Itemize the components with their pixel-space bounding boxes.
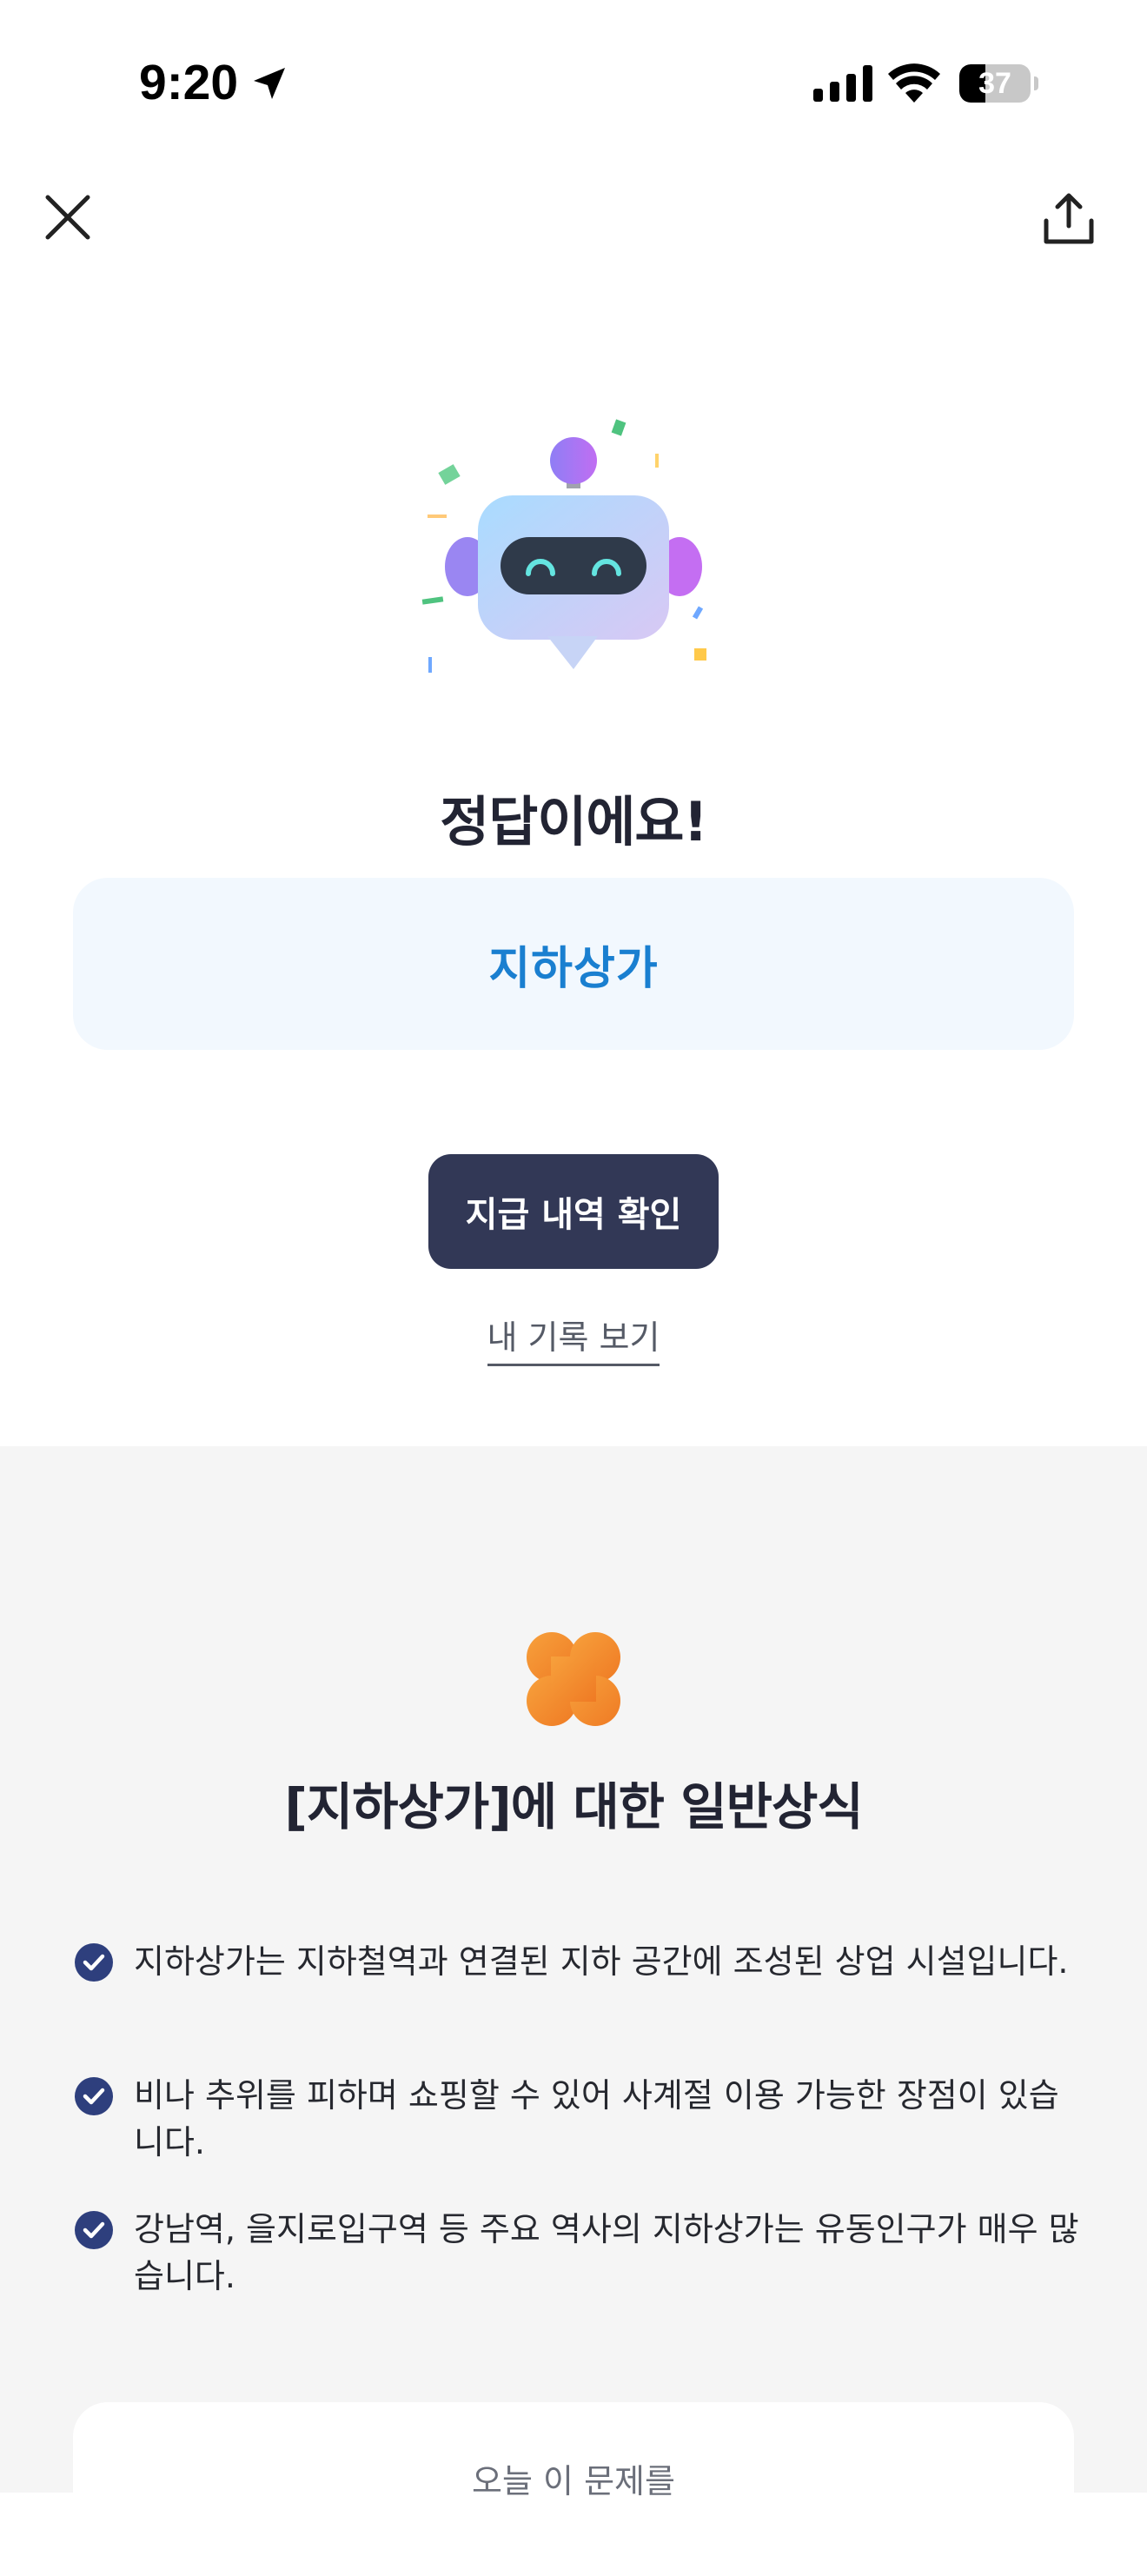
fact-text: 비나 추위를 피하며 쇼핑할 수 있어 사계절 이용 가능한 장점이 있습니다. <box>134 2076 1059 2161</box>
view-my-records-link[interactable]: 내 기록 보기 <box>0 1311 1147 1366</box>
share-icon <box>1044 193 1094 244</box>
close-icon <box>45 195 90 240</box>
check-circle-icon <box>75 1943 113 1982</box>
daily-card-text: 오늘 이 문제를 <box>472 2462 675 2500</box>
share-button[interactable] <box>1034 184 1104 254</box>
knowledge-title: [지하상가]에 대한 일반상식 <box>284 1777 863 1836</box>
battery-indicator: 37 <box>959 64 1038 103</box>
fact-list: 지하상가는 지하철역과 연결된 지하 공간에 조성된 상업 시설입니다. 비나 … <box>75 1938 1083 2340</box>
location-arrow-icon <box>254 68 285 99</box>
fact-item: 강남역, 을지로입구역 등 주요 역사의 지하상가는 유동인구가 매우 많습니다… <box>75 2206 1083 2300</box>
fact-text: 지하상가는 지하철역과 연결된 지하 공간에 조성된 상업 시설입니다. <box>134 1942 1069 1981</box>
result-title: 정답이에요! <box>440 790 707 853</box>
view-payment-history-button[interactable]: 지급 내역 확인 <box>428 1154 719 1269</box>
wifi-icon <box>888 63 940 103</box>
close-button[interactable] <box>35 184 101 250</box>
status-bar: 9:20 37 <box>0 0 1147 165</box>
robot-mascot-illustration <box>421 419 706 673</box>
check-circle-icon <box>75 2211 113 2249</box>
fact-text: 강남역, 을지로입구역 등 주요 역사의 지하상가는 유동인구가 매우 많습니다… <box>134 2210 1079 2295</box>
status-time: 9:20 <box>139 55 239 110</box>
check-circle-icon <box>75 2077 113 2115</box>
daily-question-card[interactable]: 오늘 이 문제를 <box>73 2402 1074 2576</box>
cellular-signal-icon <box>813 65 872 102</box>
clover-icon <box>527 1632 620 1726</box>
fact-item: 지하상가는 지하철역과 연결된 지하 공간에 조성된 상업 시설입니다. <box>75 1938 1083 2032</box>
answer-box: 지하상가 <box>73 878 1074 1050</box>
battery-level: 37 <box>978 67 1011 100</box>
view-my-records-label: 내 기록 보기 <box>487 1318 660 1366</box>
answer-text: 지하상가 <box>488 942 659 995</box>
knowledge-section: [지하상가]에 대한 일반상식 지하상가는 지하철역과 연결된 지하 공간에 조… <box>0 1446 1147 2576</box>
fact-item: 비나 추위를 피하며 쇼핑할 수 있어 사계절 이용 가능한 장점이 있습니다. <box>75 2072 1083 2166</box>
